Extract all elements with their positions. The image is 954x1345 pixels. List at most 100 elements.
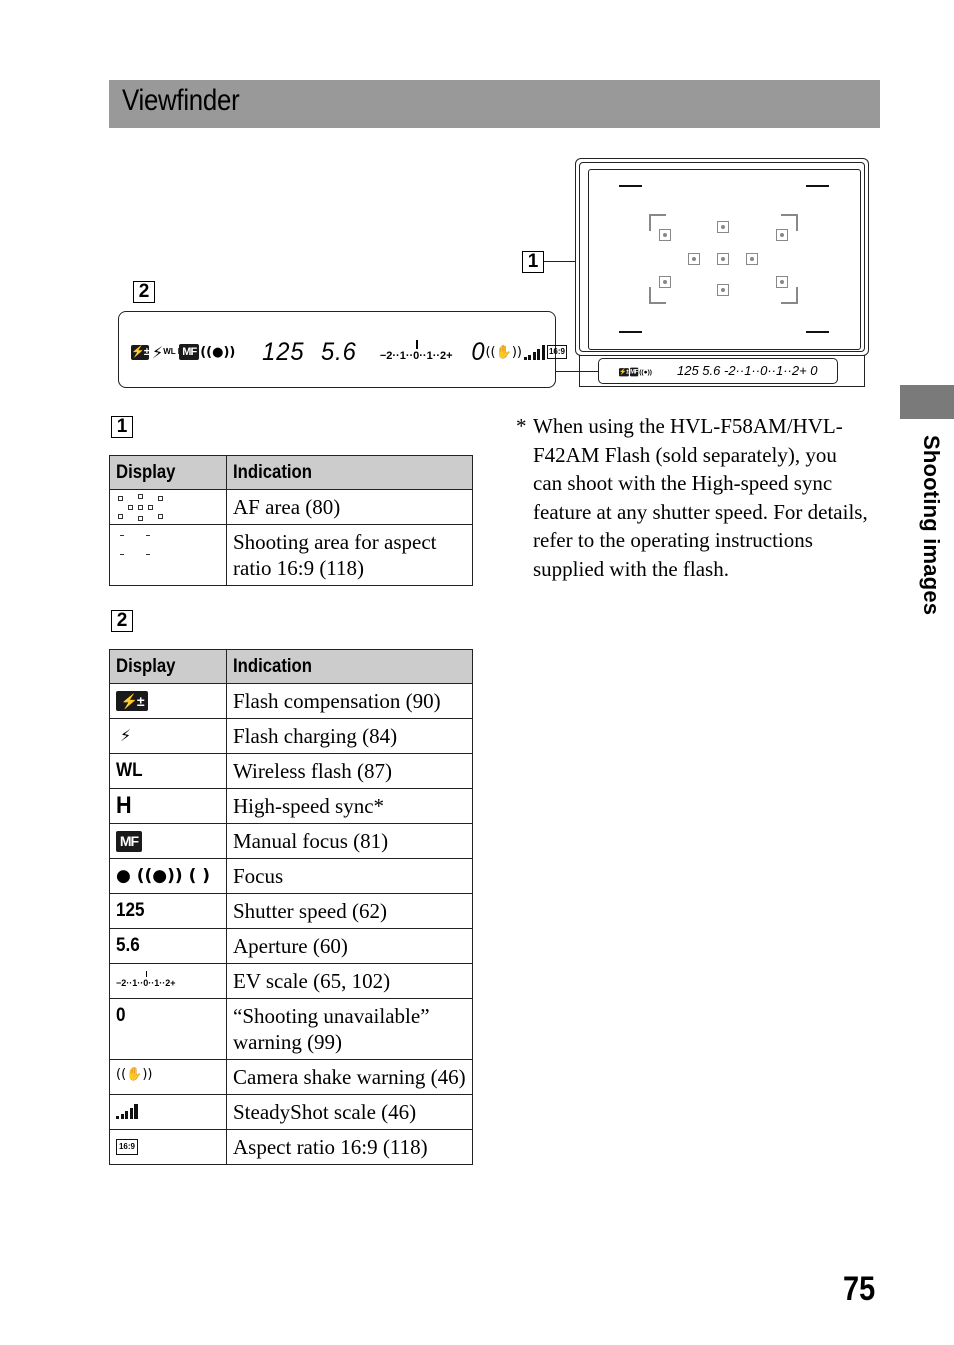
aspect-ratio-icon: 16:9: [116, 1139, 138, 1155]
af-point: [717, 253, 729, 265]
indication-cell: High-speed sync*: [226, 788, 473, 824]
flash-compensation-icon: ⚡±: [619, 367, 629, 376]
page-number: 75: [843, 1270, 876, 1308]
display-cell: WL: [109, 753, 227, 789]
display-cell: −2··1··0··1··2+: [109, 963, 227, 999]
wireless-flash-label: WL: [116, 760, 143, 781]
ev-scale: −2··1··0··1··2+: [379, 340, 453, 362]
section-1-table: Display Indication AF area (80) Shooting…: [109, 455, 473, 586]
indication-cell: Wireless flash (87): [226, 753, 473, 789]
lcd-indicators: ⚡± ⚡ WL H MF ((●)) 125 5.6 −2··1··0··1··…: [131, 337, 567, 366]
table-row: −2··1··0··1··2+ EV scale (65, 102): [109, 963, 473, 999]
table-row: H High-speed sync*: [109, 788, 473, 824]
flash-charging-icon: ⚡: [120, 726, 132, 745]
ev-scale-icon: −2··1··0··1··2+: [116, 971, 176, 988]
callout-1: 1: [522, 251, 544, 273]
aspect-mark: [619, 331, 642, 333]
table-row: 125 Shutter speed (62): [109, 893, 473, 929]
display-cell: 16:9: [109, 1129, 227, 1165]
table-header-row: Display Indication: [109, 649, 473, 684]
camera-shake-icon: ((✋)): [116, 1067, 153, 1082]
flash-compensation-icon: ⚡±: [116, 691, 148, 711]
footnote-text: When using the HVL-F58AM/HVL-F42AM Flash…: [533, 414, 868, 581]
indication-cell: AF area (80): [226, 489, 473, 525]
indication-cell: Flash charging (84): [226, 718, 473, 754]
aspect-mark: [619, 185, 642, 187]
indication-cell: Focus: [226, 858, 473, 894]
aperture-value: 5.6: [116, 935, 140, 956]
mini-status-icons: ⚡± MF ((●)): [619, 365, 652, 378]
indication-cell: Shutter speed (62): [226, 893, 473, 929]
af-point: [746, 253, 758, 265]
af-point: [717, 221, 729, 233]
af-point: [717, 284, 729, 296]
aperture-value: 5.6: [321, 337, 357, 366]
column-header-indication: Indication: [226, 455, 473, 490]
shutter-speed-value: 125: [262, 337, 305, 366]
chapter-tab-label: Shooting images: [919, 435, 944, 616]
manual-focus-icon: MF: [179, 344, 200, 360]
section-title-bar: Viewfinder: [109, 80, 880, 128]
manual-focus-icon: MF: [629, 367, 638, 376]
ev-scale-label: −2··1··0··1··2+: [379, 350, 453, 362]
display-cell: MF: [109, 823, 227, 859]
display-cell: 5.6: [109, 928, 227, 964]
column-header-indication: Indication: [226, 649, 473, 684]
high-speed-sync-icon: H: [116, 792, 132, 819]
section-1-label: 1: [111, 416, 133, 438]
af-point: [776, 229, 788, 241]
shooting-unavailable-value: 0: [470, 337, 486, 366]
aspect-area-icon: [116, 533, 156, 561]
indication-cell: Flash compensation (90): [226, 683, 473, 719]
mini-lcd-readout: 125 5.6 -2··1··0··1··2+ 0: [677, 363, 818, 378]
table-row: ● ((●)) ( ) Focus: [109, 858, 473, 894]
table-row: SteadyShot scale (46): [109, 1094, 473, 1130]
shutter-speed-value: 125: [116, 900, 145, 921]
display-cell: 125: [109, 893, 227, 929]
af-area-bracket: [781, 287, 798, 304]
table-row: 5.6 Aperture (60): [109, 928, 473, 964]
viewfinder-lcd-mini: ⚡± MF ((●)) 125 5.6 -2··1··0··1··2+ 0: [598, 358, 838, 384]
display-cell: ● ((●)) ( ): [109, 858, 227, 894]
table-row: MF Manual focus (81): [109, 823, 473, 859]
table-row: WL Wireless flash (87): [109, 753, 473, 789]
callout-1-leader: [544, 261, 576, 263]
manual-focus-icon: MF: [116, 831, 142, 852]
wl-h-label: WL H: [163, 347, 184, 356]
footnote: * When using the HVL-F58AM/HVL-F42AM Fla…: [516, 412, 868, 584]
display-cell: [109, 524, 227, 586]
viewfinder-lcd-enlarged: ⚡± ⚡ WL H MF ((●)) 125 5.6 −2··1··0··1··…: [118, 311, 567, 388]
focus-icons: ● ((●)) ( ): [116, 866, 211, 886]
display-cell: ⚡±: [109, 683, 227, 719]
af-point: [659, 276, 671, 288]
af-area-bracket: [649, 287, 666, 304]
chapter-tab: Shooting images: [906, 435, 946, 615]
table-row: AF area (80): [109, 489, 473, 525]
chapter-tab-marker: [900, 385, 954, 419]
column-header-display: Display: [109, 649, 227, 684]
aspect-mark: [806, 331, 829, 333]
af-point: [688, 253, 700, 265]
af-point: [776, 276, 788, 288]
focus-icon: ((●)): [200, 344, 236, 360]
table-row: ⚡ Flash charging (84): [109, 718, 473, 754]
camera-shake-icon: ((✋)): [485, 344, 522, 360]
steadyshot-scale-icon: [116, 1103, 138, 1119]
section-2-label: 2: [111, 610, 133, 632]
focus-icon: ((●)): [639, 367, 652, 376]
indication-cell: EV scale (65, 102): [226, 963, 473, 999]
display-cell: ((✋)): [109, 1059, 227, 1095]
af-point: [659, 229, 671, 241]
display-cell: H: [109, 788, 227, 824]
ev-indicator-tick: [416, 340, 419, 349]
flash-charging-icon: ⚡: [152, 342, 164, 362]
section-2-table: Display Indication ⚡± Flash compensation…: [109, 649, 473, 1165]
page-title: Viewfinder: [122, 84, 240, 117]
aspect-mark: [806, 185, 829, 187]
indication-cell: Aperture (60): [226, 928, 473, 964]
flash-compensation-icon: ⚡±: [131, 344, 150, 360]
table-row: 16:9 Aspect ratio 16:9 (118): [109, 1129, 473, 1165]
table-row: ⚡± Flash compensation (90): [109, 683, 473, 719]
indication-cell: Manual focus (81): [226, 823, 473, 859]
table-row: Shooting area for aspect ratio 16:9 (118…: [109, 524, 473, 586]
